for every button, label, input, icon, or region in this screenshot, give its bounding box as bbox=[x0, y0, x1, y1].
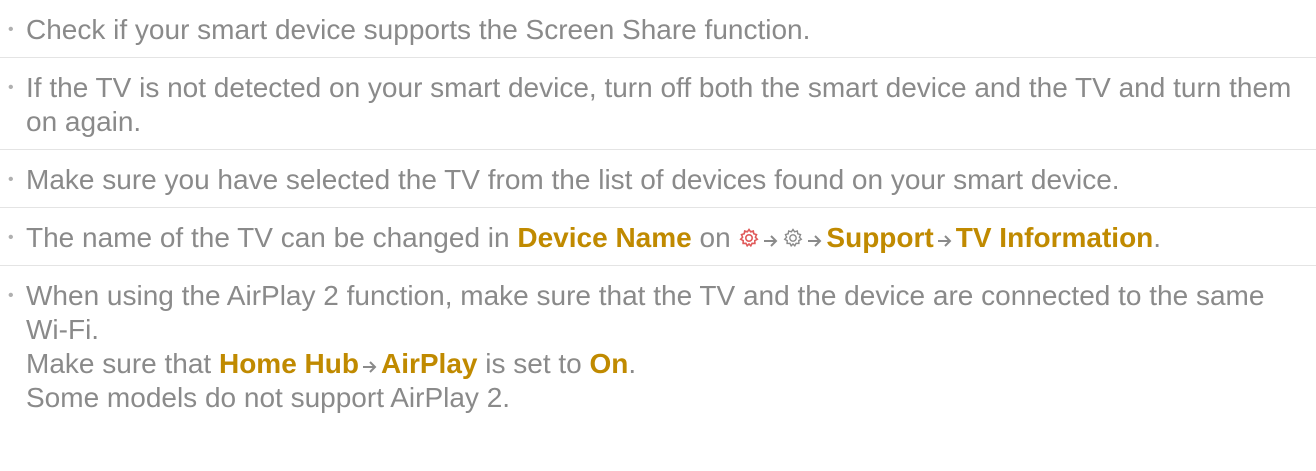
bullet-icon: • bbox=[8, 21, 14, 38]
list-item: • If the TV is not detected on your smar… bbox=[0, 58, 1316, 150]
tv-information-link: TV Information bbox=[955, 222, 1154, 253]
home-hub-link: Home Hub bbox=[218, 348, 359, 379]
on-word: on bbox=[691, 222, 739, 253]
item-text: Check if your smart device supports the … bbox=[26, 14, 811, 45]
troubleshooting-list: • Check if your smart device supports th… bbox=[0, 0, 1316, 425]
arrow-right-icon bbox=[362, 348, 378, 373]
list-item: • Make sure you have selected the TV fro… bbox=[0, 150, 1316, 208]
settings-gear-icon-red bbox=[738, 223, 760, 248]
device-name-link: Device Name bbox=[517, 222, 692, 253]
airplay-link: AirPlay bbox=[380, 348, 478, 379]
bullet-icon: • bbox=[8, 229, 14, 246]
line2-mid: is set to bbox=[477, 348, 590, 379]
bullet-icon: • bbox=[8, 171, 14, 188]
item-text: Make sure you have selected the TV from … bbox=[26, 164, 1120, 195]
arrow-right-icon bbox=[807, 222, 823, 247]
support-link: Support bbox=[826, 222, 934, 253]
arrow-right-icon bbox=[937, 222, 953, 247]
item-text-suffix: . bbox=[1153, 222, 1162, 253]
line2-suffix: . bbox=[628, 348, 637, 379]
bullet-icon: • bbox=[8, 287, 14, 304]
item-text: If the TV is not detected on your smart … bbox=[26, 72, 1292, 137]
bullet-icon: • bbox=[8, 79, 14, 96]
line2-prefix: Make sure that bbox=[26, 348, 219, 379]
arrow-right-icon bbox=[763, 222, 779, 247]
settings-gear-icon-gray bbox=[782, 223, 804, 247]
airplay-note-line3: Some models do not support AirPlay 2. bbox=[26, 382, 511, 413]
list-item: • The name of the TV can be changed in D… bbox=[0, 208, 1316, 266]
list-item: • When using the AirPlay 2 function, mak… bbox=[0, 266, 1316, 425]
item-text-prefix: The name of the TV can be changed in bbox=[26, 222, 518, 253]
on-value: On bbox=[589, 348, 629, 379]
airplay-note-line2: Make sure that Home Hub AirPlay is set to… bbox=[26, 347, 1306, 381]
airplay-note-line1: When using the AirPlay 2 function, make … bbox=[26, 280, 1265, 345]
list-item: • Check if your smart device supports th… bbox=[0, 0, 1316, 58]
